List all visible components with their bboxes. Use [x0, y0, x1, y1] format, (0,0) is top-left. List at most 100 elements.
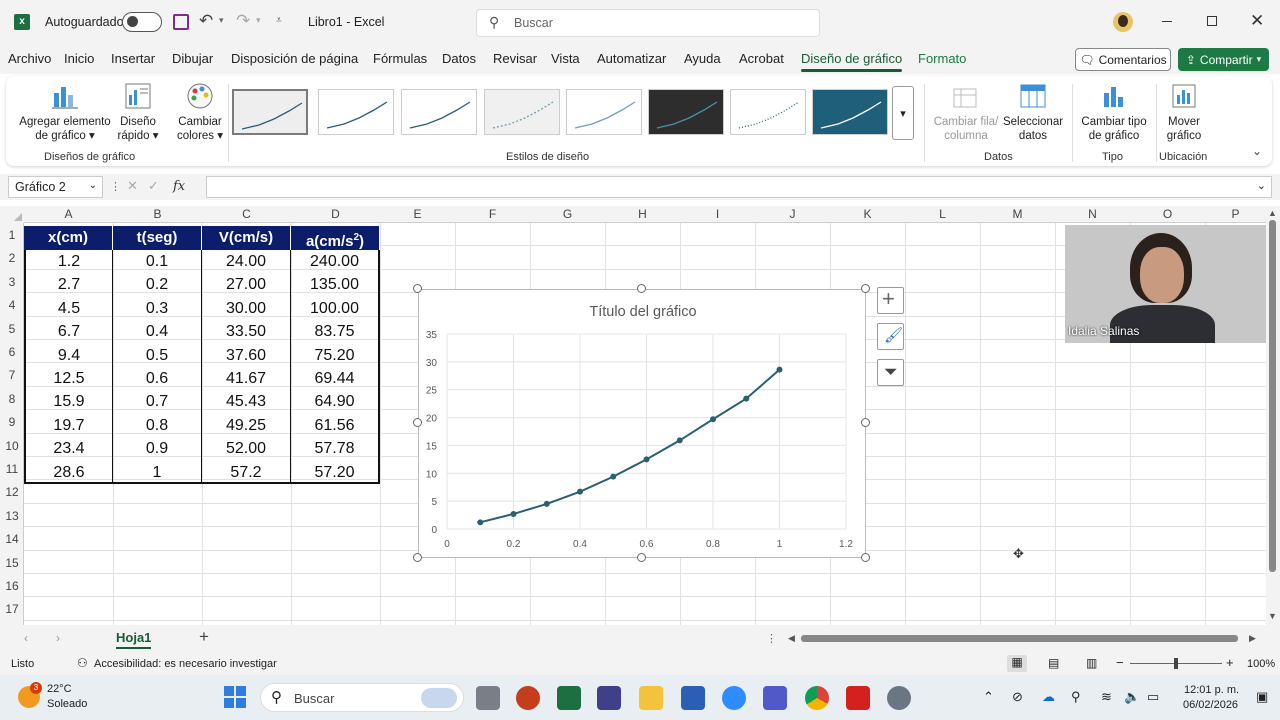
table-cell[interactable]: 57.2 [202, 460, 291, 484]
resize-handle-sw[interactable] [413, 553, 422, 562]
quick-layout-button[interactable]: Diseño rápido ▾ [112, 81, 164, 143]
battery-icon[interactable]: ▭ [1147, 689, 1159, 705]
column-header-k[interactable]: K [830, 206, 905, 223]
task-view-icon[interactable] [476, 686, 500, 710]
table-cell[interactable]: 4.5 [24, 296, 113, 321]
data-point[interactable] [743, 395, 750, 402]
table-cell[interactable]: 75.20 [291, 343, 380, 367]
hscroll-right-icon[interactable]: ▶ [1249, 633, 1256, 644]
redo-dropdown-icon[interactable]: ▾ [256, 15, 261, 26]
table-cell[interactable]: 12.5 [24, 367, 113, 391]
column-header-h[interactable]: H [605, 206, 680, 223]
table-cell[interactable]: 0.2 [113, 273, 202, 297]
row-header-3[interactable]: 3 [0, 275, 24, 289]
table-cell[interactable]: 0.3 [113, 296, 202, 321]
table-cell[interactable]: 15.9 [24, 390, 113, 414]
table-cell[interactable]: 135.00 [291, 273, 380, 297]
chart-style-6[interactable] [648, 89, 724, 135]
row-header-2[interactable]: 2 [0, 251, 24, 265]
table-cell[interactable]: 100.00 [291, 296, 380, 321]
table-cell[interactable]: 61.56 [291, 413, 380, 438]
chart-object[interactable]: Título del gráfico 0 5 10 15 20 25 30 35 0 0.2 0.4… [418, 289, 866, 558]
volume-icon[interactable]: 🔈 [1124, 689, 1140, 705]
data-point[interactable] [776, 366, 783, 373]
cancel-icon[interactable]: ✕ [127, 178, 138, 194]
autosave-toggle[interactable] [122, 12, 162, 32]
add-chart-element-button[interactable]: Agregar elemento de gráfico ▾ [18, 81, 112, 143]
table-header-cell[interactable]: V(cm/s) [202, 226, 291, 250]
wifi-icon[interactable]: ≋ [1101, 689, 1112, 705]
table-cell[interactable]: 24.00 [202, 250, 291, 274]
column-header-i[interactable]: I [680, 206, 755, 223]
row-header-11[interactable]: 11 [0, 462, 24, 476]
column-header-p[interactable]: P [1205, 206, 1266, 223]
column-header-f[interactable]: F [455, 206, 530, 223]
row-header-5[interactable]: 5 [0, 322, 24, 336]
zoom-slider[interactable] [1130, 658, 1222, 669]
column-header-j[interactable]: J [755, 206, 830, 223]
collapse-ribbon-icon[interactable]: ⌄ [1252, 144, 1262, 158]
table-cell[interactable]: 64.90 [291, 390, 380, 414]
file-explorer-icon[interactable] [639, 686, 663, 710]
teams-icon[interactable] [763, 686, 787, 710]
zoom-icon[interactable] [722, 686, 746, 710]
onedrive-icon[interactable]: ☁ [1042, 689, 1055, 705]
tab-scroll-right-icon[interactable]: › [56, 631, 60, 645]
resize-handle-s[interactable] [637, 553, 646, 562]
table-cell[interactable]: 30.00 [202, 296, 291, 321]
column-header-b[interactable]: B [113, 206, 202, 223]
column-header-l[interactable]: L [905, 206, 980, 223]
tab-ayuda[interactable]: Ayuda [684, 51, 721, 66]
row-header-8[interactable]: 8 [0, 392, 24, 406]
resize-handle-se[interactable] [861, 553, 870, 562]
row-header-17[interactable]: 17 [0, 602, 24, 616]
row-header-14[interactable]: 14 [0, 532, 24, 546]
tab-automatizar[interactable]: Automatizar [597, 51, 666, 66]
tray-icon[interactable]: ⚲ [1071, 689, 1081, 705]
row-header-10[interactable]: 10 [0, 439, 24, 453]
share-button[interactable]: ⇪ Compartir ▾ [1178, 48, 1269, 71]
name-box[interactable]: Gráfico 2 ⌄ [8, 176, 103, 198]
tab-datos[interactable]: Datos [442, 51, 476, 66]
column-header-e[interactable]: E [380, 206, 455, 223]
data-point[interactable] [643, 456, 650, 463]
table-cell[interactable]: 1.2 [24, 250, 113, 274]
restore-icon[interactable] [1207, 16, 1217, 26]
start-icon[interactable] [224, 686, 246, 708]
user-avatar[interactable] [1113, 12, 1133, 32]
row-header-4[interactable]: 4 [0, 298, 24, 312]
row-header-12[interactable]: 12 [0, 485, 24, 499]
row-header-7[interactable]: 7 [0, 368, 24, 382]
table-cell[interactable]: 27.00 [202, 273, 291, 297]
normal-view-icon[interactable]: ▦ [1007, 655, 1027, 672]
customize-qat-icon[interactable]: ⩡ [276, 15, 282, 26]
chart-filters-button[interactable]: ⏷ [877, 359, 904, 386]
search-box[interactable]: ⚲ Buscar [476, 9, 820, 37]
table-cell[interactable]: 6.7 [24, 320, 113, 344]
page-break-view-icon[interactable]: ▥ [1086, 656, 1097, 670]
data-point[interactable] [543, 500, 550, 507]
app-icon[interactable] [597, 686, 621, 710]
chart-elements-button[interactable]: + [877, 286, 904, 314]
add-sheet-icon[interactable]: + [199, 627, 209, 647]
horizontal-scroll-thumb[interactable] [801, 635, 1238, 642]
table-header-cell[interactable]: a(cm/s2) [291, 226, 380, 250]
tab-diseno-grafico[interactable]: Diseño de gráfico [801, 51, 903, 72]
row-header-9[interactable]: 9 [0, 415, 24, 429]
save-icon[interactable] [173, 14, 189, 30]
row-header-16[interactable]: 16 [0, 579, 24, 593]
table-cell[interactable]: 0.1 [113, 250, 202, 274]
clock-time[interactable]: 12:01 p. m. [1184, 684, 1239, 696]
chrome-icon[interactable] [805, 686, 829, 710]
vertical-scrollbar[interactable]: ▲ ▼ [1266, 206, 1280, 625]
column-header-o[interactable]: O [1130, 206, 1205, 223]
row-header-6[interactable]: 6 [0, 345, 24, 359]
table-cell[interactable]: 28.6 [24, 460, 113, 484]
enter-icon[interactable]: ✓ [148, 178, 159, 194]
undo-dropdown-icon[interactable]: ▾ [219, 15, 224, 26]
resize-handle-w[interactable] [413, 418, 422, 427]
minimize-icon[interactable] [1162, 21, 1172, 22]
table-cell[interactable]: 0.6 [113, 367, 202, 391]
table-cell[interactable]: 57.78 [291, 437, 380, 461]
table-header-cell[interactable]: t(seg) [113, 226, 202, 250]
